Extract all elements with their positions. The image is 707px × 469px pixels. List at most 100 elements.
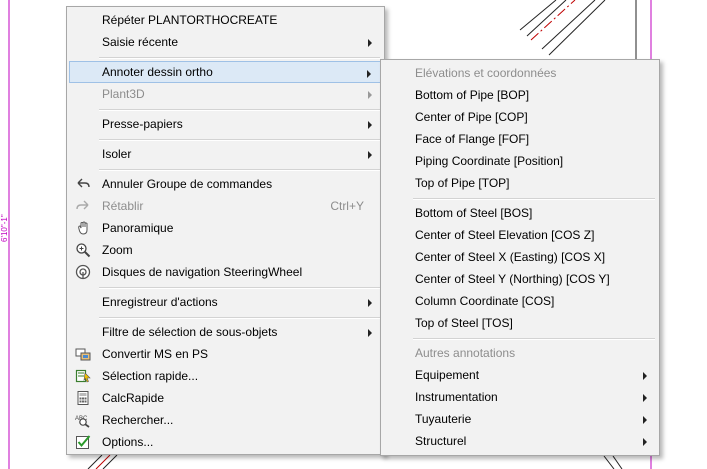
steeringwheel-icon <box>75 264 91 280</box>
dimension-label: 6'10"-1" <box>0 214 9 242</box>
submenu-arrow-icon <box>643 416 647 424</box>
menu-item-annotate-ortho[interactable]: Annoter dessin ortho <box>69 61 382 83</box>
menu-item-quick-select[interactable]: Sélection rapide... <box>69 365 382 387</box>
submenu-arrow-icon <box>643 394 647 402</box>
dimension-line <box>603 455 615 469</box>
pipe-line <box>541 0 596 50</box>
redo-icon <box>76 200 89 210</box>
submenu-item-label: Center of Steel Elevation [COS Z] <box>415 228 595 242</box>
menu-item-label: Convertir MS en PS <box>102 347 209 361</box>
menu-item-label: Plant3D <box>102 87 145 101</box>
menu-item-convert-ms-ps[interactable]: Convertir MS en PS <box>69 343 382 365</box>
menu-item-label: Annuler Groupe de commandes <box>102 177 273 191</box>
menu-separator <box>99 139 380 141</box>
submenu-header-label: Autres annotations <box>415 346 516 360</box>
calculator-icon <box>77 391 89 405</box>
menu-separator <box>413 338 655 340</box>
menu-separator <box>99 287 380 289</box>
submenu-item-label: Equipement <box>415 368 480 382</box>
submenu-item-label: Piping Coordinate [Position] <box>415 154 564 168</box>
menu-item-label: Zoom <box>102 243 133 257</box>
submenu-item-column-coordinate[interactable]: Column Coordinate [COS] <box>383 290 657 312</box>
menu-item-label: Enregistreur d'actions <box>102 295 218 309</box>
menu-separator <box>99 57 380 59</box>
submenu-arrow-icon <box>368 299 372 307</box>
menu-separator <box>99 317 380 319</box>
submenu-group-header-other: Autres annotations <box>383 342 657 364</box>
submenu-item-cos-z[interactable]: Center of Steel Elevation [COS Z] <box>383 224 657 246</box>
menu-item-steeringwheel[interactable]: Disques de navigation SteeringWheel <box>69 261 382 283</box>
options-checkbox-icon <box>76 435 91 449</box>
menu-item-label: Annoter dessin ortho <box>102 65 213 79</box>
submenu-item-instrumentation[interactable]: Instrumentation <box>383 386 657 408</box>
menu-item-action-recorder[interactable]: Enregistreur d'actions <box>69 291 382 313</box>
menu-item-plant3d[interactable]: Plant3D <box>69 83 382 105</box>
submenu-item-label: Top of Steel [TOS] <box>415 316 513 330</box>
menu-item-label: Répéter PLANTORTHOCREATE <box>102 13 278 27</box>
submenu-item-cos-y[interactable]: Center of Steel Y (Northing) [COS Y] <box>383 268 657 290</box>
find-text-icon: ABC <box>75 416 90 428</box>
pan-hand-icon <box>78 221 88 235</box>
submenu-item-label: Tuyauterie <box>415 412 472 426</box>
menu-item-recent-input[interactable]: Saisie récente <box>69 31 382 53</box>
menu-item-options[interactable]: Options... <box>69 431 382 453</box>
submenu-item-label: Center of Steel Y (Northing) [COS Y] <box>415 272 610 286</box>
submenu-item-label: Center of Pipe [COP] <box>415 110 528 124</box>
zoom-magnifier-icon <box>76 243 91 258</box>
submenu-header-label: Elévations et coordonnées <box>415 66 557 80</box>
pipe-line <box>87 454 103 469</box>
menu-item-isolate[interactable]: Isoler <box>69 143 382 165</box>
annotate-ortho-submenu: Elévations et coordonnées Bottom of Pipe… <box>380 59 660 456</box>
menu-item-undo-group[interactable]: Annuler Groupe de commandes <box>69 173 382 195</box>
submenu-item-label: Column Coordinate [COS] <box>415 294 555 308</box>
dimension-line <box>612 455 623 469</box>
submenu-item-label: Top of Pipe [TOP] <box>415 176 510 190</box>
menu-item-shortcut: Ctrl+Y <box>330 199 364 213</box>
menu-item-repeat[interactable]: Répéter PLANTORTHOCREATE <box>69 9 382 31</box>
submenu-item-piping-coordinate[interactable]: Piping Coordinate [Position] <box>383 150 657 172</box>
submenu-item-top[interactable]: Top of Pipe [TOP] <box>383 172 657 194</box>
menu-item-find[interactable]: ABC Rechercher... <box>69 409 382 431</box>
submenu-item-label: Instrumentation <box>415 390 498 404</box>
quick-select-icon <box>75 369 91 383</box>
submenu-group-header-elevations: Elévations et coordonnées <box>383 62 657 84</box>
menu-separator <box>413 198 655 200</box>
menu-item-redo[interactable]: Rétablir Ctrl+Y <box>69 195 382 217</box>
convert-space-icon <box>75 348 91 361</box>
submenu-arrow-icon <box>643 438 647 446</box>
menu-item-label: Presse-papiers <box>102 117 183 131</box>
menu-item-label: Options... <box>102 435 154 449</box>
submenu-item-tos[interactable]: Top of Steel [TOS] <box>383 312 657 334</box>
pipe-line <box>526 0 567 37</box>
undo-icon <box>77 178 90 188</box>
menu-separator <box>99 109 380 111</box>
submenu-arrow-icon <box>368 39 372 47</box>
submenu-item-cos-x[interactable]: Center of Steel X (Easting) [COS X] <box>383 246 657 268</box>
context-menu: Répéter PLANTORTHOCREATE Saisie récente … <box>66 6 385 455</box>
menu-item-subobject-filter[interactable]: Filtre de sélection de sous-objets <box>69 321 382 343</box>
submenu-arrow-icon <box>368 121 372 129</box>
menu-item-clipboard[interactable]: Presse-papiers <box>69 113 382 135</box>
menu-item-pan[interactable]: Panoramique <box>69 217 382 239</box>
menu-item-label: Sélection rapide... <box>102 369 199 383</box>
menu-item-label: Saisie récente <box>102 35 179 49</box>
menu-item-label: Disques de navigation SteeringWheel <box>102 265 303 279</box>
pipe-centerline <box>530 0 576 41</box>
menu-item-label: Isoler <box>102 147 132 161</box>
submenu-arrow-icon <box>368 329 372 337</box>
submenu-item-label: Bottom of Steel [BOS] <box>415 206 533 220</box>
submenu-item-piping[interactable]: Tuyauterie <box>383 408 657 430</box>
menu-item-quickcalc[interactable]: CalcRapide <box>69 387 382 409</box>
pipe-line <box>102 454 118 469</box>
submenu-item-bos[interactable]: Bottom of Steel [BOS] <box>383 202 657 224</box>
menu-item-label: Rechercher... <box>102 413 174 427</box>
menu-item-zoom[interactable]: Zoom <box>69 239 382 261</box>
submenu-item-cop[interactable]: Center of Pipe [COP] <box>383 106 657 128</box>
submenu-item-label: Center of Steel X (Easting) [COS X] <box>415 250 606 264</box>
submenu-arrow-icon <box>368 91 372 99</box>
submenu-item-equipment[interactable]: Equipement <box>383 364 657 386</box>
submenu-item-structural[interactable]: Structurel <box>383 430 657 452</box>
submenu-item-bop[interactable]: Bottom of Pipe [BOP] <box>383 84 657 106</box>
menu-item-label: CalcRapide <box>102 391 165 405</box>
submenu-item-fof[interactable]: Face of Flange [FOF] <box>383 128 657 150</box>
